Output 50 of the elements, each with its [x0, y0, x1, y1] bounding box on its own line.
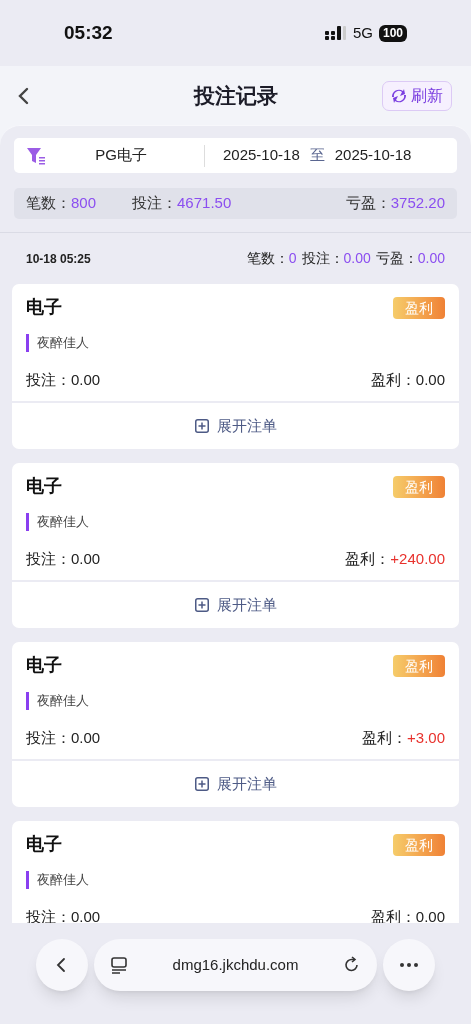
bet-amount: 投注：0.00 — [26, 548, 101, 569]
profit-amount: 盈利：0.00 — [370, 369, 445, 390]
battery-icon: 100 — [378, 24, 407, 42]
expand-button[interactable]: 展开注单 — [12, 759, 459, 807]
refresh-icon — [391, 87, 407, 104]
plus-square-icon — [194, 598, 209, 612]
card-title: 电子 — [26, 833, 62, 856]
bet-amount: 投注：0.00 — [26, 727, 101, 748]
address-bar[interactable]: dmg16.jkchdu.com — [94, 939, 377, 991]
signal-icon — [324, 26, 347, 40]
group-stat: 亏盈：0.00 — [375, 249, 445, 268]
more-icon — [399, 962, 419, 968]
end-date[interactable]: 2025-10-18 — [334, 144, 412, 167]
status-time: 05:32 — [64, 20, 113, 45]
url-text: dmg16.jkchdu.com — [171, 954, 300, 975]
filter-icon[interactable] — [26, 145, 46, 166]
status-badge: 盈利 — [393, 833, 445, 856]
card-title: 电子 — [26, 654, 62, 677]
page-title: 投注记录 — [193, 82, 278, 109]
group-stat: 笔数：0 — [246, 249, 297, 268]
date-separator: 至 — [309, 145, 325, 166]
player-name: 夜醉佳人 — [37, 692, 89, 710]
group-time: 10-18 05:25 — [26, 250, 91, 268]
bet-amount: 投注：0.00 — [26, 906, 101, 923]
summary-stat: 亏盈：3752.20 — [345, 193, 445, 214]
reload-icon[interactable] — [343, 956, 361, 974]
profit-amount: 盈利：+240.00 — [345, 548, 445, 569]
network-label: 5G — [352, 22, 373, 43]
player-name: 夜醉佳人 — [37, 513, 89, 531]
player-name: 夜醉佳人 — [37, 334, 89, 352]
status-badge: 盈利 — [393, 296, 445, 319]
summary-stat: 笔数：800 — [26, 193, 97, 214]
group-stat: 投注：0.00 — [301, 249, 371, 268]
plus-square-icon — [194, 777, 209, 791]
plus-square-icon — [194, 419, 209, 433]
profit-amount: 盈利：0.00 — [370, 906, 445, 923]
card-title: 电子 — [26, 296, 62, 319]
expand-button[interactable]: 展开注单 — [12, 401, 459, 449]
reader-icon[interactable] — [110, 956, 128, 974]
bet-amount: 投注：0.00 — [26, 369, 101, 390]
profit-amount: 盈利：+3.00 — [362, 727, 445, 748]
card-title: 电子 — [26, 475, 62, 498]
status-badge: 盈利 — [393, 654, 445, 677]
refresh-button[interactable]: 刷新 — [382, 80, 452, 111]
player-name: 夜醉佳人 — [37, 871, 89, 889]
game-filter[interactable]: PG电子 — [46, 144, 196, 167]
summary-stat: 投注：4671.50 — [132, 193, 232, 214]
status-badge: 盈利 — [393, 475, 445, 498]
expand-button[interactable]: 展开注单 — [12, 580, 459, 628]
start-date[interactable]: 2025-10-18 — [223, 144, 300, 167]
